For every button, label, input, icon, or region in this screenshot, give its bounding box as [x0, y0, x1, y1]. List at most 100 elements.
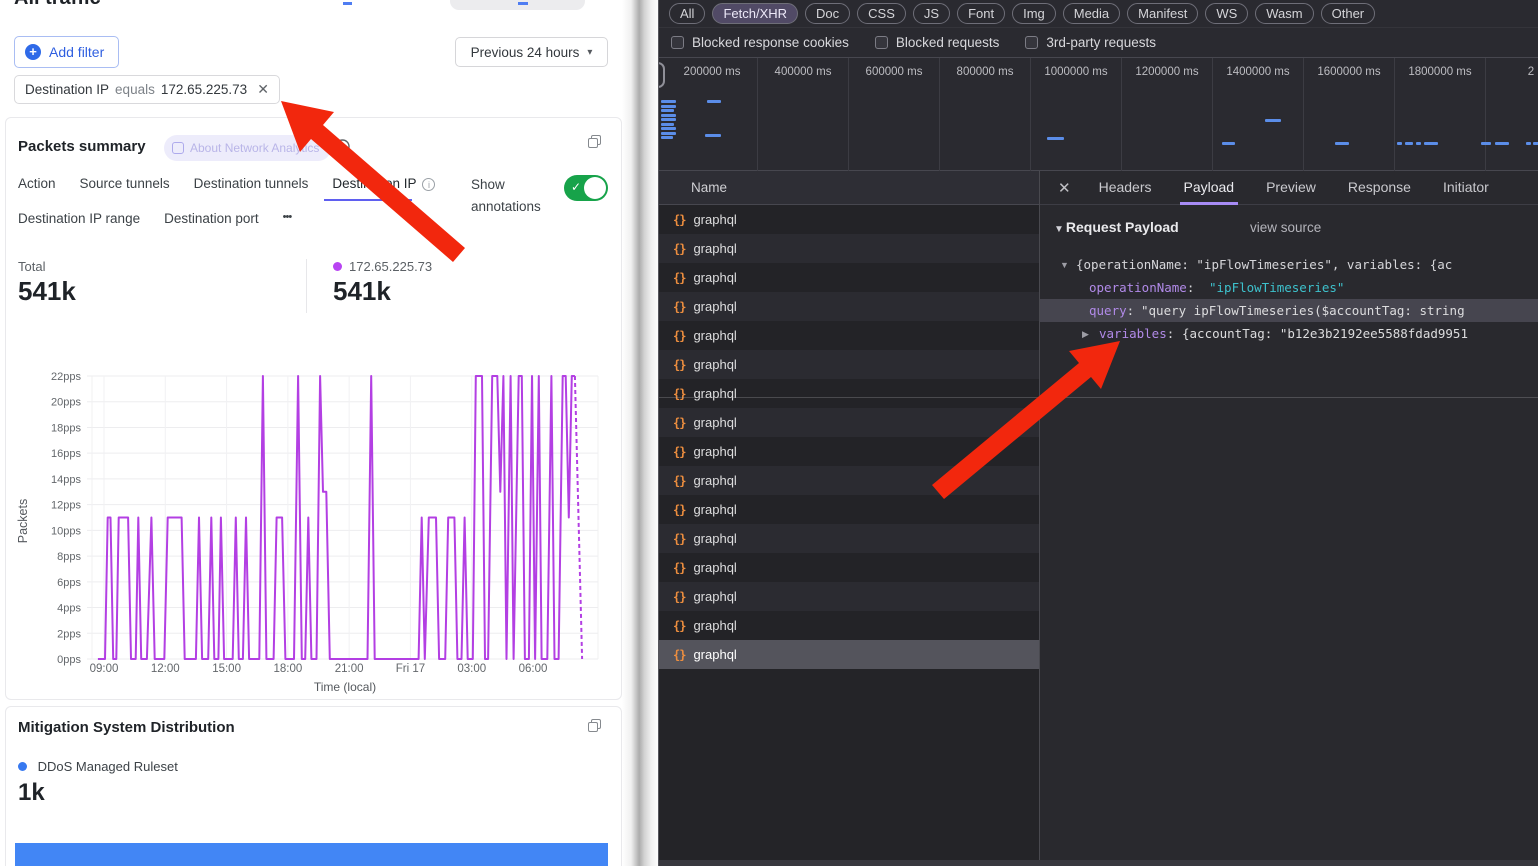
tab-destination-ip-range[interactable]: Destination IP range [18, 211, 140, 226]
request-row-graphql[interactable]: {}graphql [659, 379, 1039, 408]
devtools-bottom-bar [659, 860, 1538, 866]
timeline-gridline [848, 58, 849, 172]
details-tab-headers[interactable]: Headers [1099, 171, 1152, 205]
svg-text:06:00: 06:00 [519, 663, 548, 675]
request-row-graphql[interactable]: {}graphql [659, 611, 1039, 640]
tab-source-tunnels[interactable]: Source tunnels [80, 176, 170, 191]
collapse-triangle-icon[interactable]: ▼ [1060, 254, 1069, 276]
network-filter-pill-manifest[interactable]: Manifest [1127, 3, 1198, 24]
expand-triangle-icon[interactable]: ▶ [1082, 323, 1089, 345]
collapse-triangle-icon[interactable]: ▼ [1054, 224, 1064, 235]
show-annotations-label: Show annotations [471, 174, 561, 218]
network-filter-pill-fetch-xhr[interactable]: Fetch/XHR [712, 3, 798, 24]
request-row-graphql[interactable]: {}graphql [659, 408, 1039, 437]
svg-text:03:00: 03:00 [457, 663, 486, 675]
payload-row-query[interactable]: query "query ipFlowTimeseries($accountTa… [1040, 299, 1538, 322]
request-details-tabs: ✕ Headers Payload Preview Response Initiator [1040, 171, 1538, 205]
details-tab-payload[interactable]: Payload [1184, 171, 1235, 205]
checkbox-box-icon[interactable] [1025, 36, 1038, 49]
json-request-icon: {} [673, 445, 685, 459]
request-row-graphql[interactable]: {}graphql [659, 524, 1039, 553]
filter-chip[interactable]: Destination IP equals 172.65.225.73 ✕ [14, 75, 280, 104]
timeline-tick-label: 2 [1486, 66, 1538, 78]
name-column-header[interactable]: Name [659, 171, 1039, 205]
network-filter-pill-all[interactable]: All [669, 3, 705, 24]
network-filter-pill-doc[interactable]: Doc [805, 3, 850, 24]
request-row-graphql[interactable]: {}graphql [659, 582, 1039, 611]
details-tab-response[interactable]: Response [1348, 171, 1411, 205]
details-tab-preview[interactable]: Preview [1266, 171, 1316, 205]
waterfall-request-mark [661, 132, 676, 135]
network-filter-pill-js[interactable]: JS [913, 3, 950, 24]
info-icon: i [422, 178, 435, 191]
request-row-graphql[interactable]: {}graphql [659, 437, 1039, 466]
checkbox-blocked-requests[interactable]: Blocked requests [875, 35, 1000, 50]
request-row-graphql[interactable]: {}graphql [659, 640, 1039, 669]
add-filter-button[interactable]: + Add filter [14, 36, 119, 68]
remove-filter-icon[interactable]: ✕ [257, 81, 269, 98]
payload-row-variables[interactable]: ▶ variables {accountTag: "b12e3b2192ee55… [1040, 322, 1538, 345]
mitigation-distribution-bar[interactable] [15, 843, 608, 866]
json-request-icon: {} [673, 329, 685, 343]
screenshot-seam [659, 397, 1538, 398]
card-title: Packets summary [18, 138, 146, 155]
tab-destination-tunnels[interactable]: Destination tunnels [194, 176, 309, 191]
request-row-graphql[interactable]: {}graphql [659, 466, 1039, 495]
checkbox-box-icon[interactable] [671, 36, 684, 49]
svg-text:10pps: 10pps [51, 525, 81, 537]
screenshot-root: All traffic + Add filter Previous 24 hou… [0, 0, 1538, 866]
timeline-gridline [1394, 58, 1395, 172]
request-row-graphql[interactable]: {}graphql [659, 553, 1039, 582]
request-row-graphql[interactable]: {}graphql [659, 350, 1039, 379]
request-row-graphql[interactable]: {}graphql [659, 321, 1039, 350]
toggle-knob [584, 177, 606, 199]
network-filter-pill-media[interactable]: Media [1063, 3, 1120, 24]
network-filter-pill-other[interactable]: Other [1321, 3, 1376, 24]
expand-card-icon[interactable] [588, 719, 601, 732]
details-tab-initiator[interactable]: Initiator [1443, 171, 1489, 205]
request-row-graphql[interactable]: {}graphql [659, 263, 1039, 292]
network-filter-pill-ws[interactable]: WS [1205, 3, 1248, 24]
about-network-analytics-badge[interactable]: About Network Analytics [164, 135, 331, 161]
show-annotations-toggle[interactable]: ✓ [564, 175, 608, 201]
svg-text:18pps: 18pps [51, 422, 81, 434]
checkbox-box-icon[interactable] [875, 36, 888, 49]
time-range-dropdown[interactable]: Previous 24 hours ▾ [455, 37, 608, 67]
window-edge-gradient [622, 0, 658, 866]
history-clock-icon[interactable] [334, 138, 351, 155]
request-row-graphql[interactable]: {}graphql [659, 495, 1039, 524]
request-row-graphql[interactable]: {}graphql [659, 234, 1039, 263]
svg-text:0pps: 0pps [57, 654, 81, 666]
svg-text:Time (local): Time (local) [314, 680, 376, 694]
timeline-tick-label: 1600000 ms [1304, 66, 1394, 78]
more-tabs-ellipsis[interactable]: ••• [283, 211, 292, 226]
tab-destination-port[interactable]: Destination port [164, 211, 259, 226]
network-filter-pill-font[interactable]: Font [957, 3, 1005, 24]
tab-destination-ip[interactable]: Destination IPi [332, 176, 435, 191]
series-dot-icon [333, 262, 342, 271]
request-row-graphql[interactable]: {}graphql [659, 292, 1039, 321]
waterfall-request-mark [661, 123, 674, 126]
packets-timeseries-chart[interactable]: 0pps2pps4pps6pps8pps10pps12pps14pps16pps… [9, 361, 621, 696]
network-filter-pill-wasm[interactable]: Wasm [1255, 3, 1313, 24]
waterfall-request-mark [707, 100, 721, 103]
checkbox-3rd-party-requests[interactable]: 3rd-party requests [1025, 35, 1156, 50]
expand-card-icon[interactable] [588, 135, 601, 148]
check-icon: ✓ [571, 180, 581, 194]
payload-preview-line[interactable]: ▼ {operationName: "ipFlowTimeseries", va… [1040, 253, 1538, 276]
request-row-graphql[interactable]: {}graphql [659, 205, 1039, 234]
checkbox-blocked-response-cookies[interactable]: Blocked response cookies [671, 35, 849, 50]
close-icon[interactable]: ✕ [1058, 179, 1071, 197]
waterfall-request-mark [1047, 137, 1064, 140]
request-payload-section[interactable]: ▼Request Payload [1054, 219, 1179, 235]
view-source-link[interactable]: view source [1250, 220, 1321, 235]
request-type-filter-bar: All Fetch/XHR Doc CSS JS Font Img Media Manifest… [659, 0, 1538, 28]
mitigation-distribution-card: Mitigation System Distribution DDoS Mana… [5, 706, 622, 866]
network-filter-pill-css[interactable]: CSS [857, 3, 906, 24]
network-filter-pill-img[interactable]: Img [1012, 3, 1056, 24]
network-timeline-overview[interactable]: 200000 ms400000 ms600000 ms800000 ms1000… [659, 57, 1538, 171]
svg-text:20pps: 20pps [51, 397, 81, 409]
tab-action[interactable]: Action [18, 176, 56, 191]
chevron-down-icon: ▾ [587, 47, 592, 58]
book-icon [172, 142, 184, 154]
